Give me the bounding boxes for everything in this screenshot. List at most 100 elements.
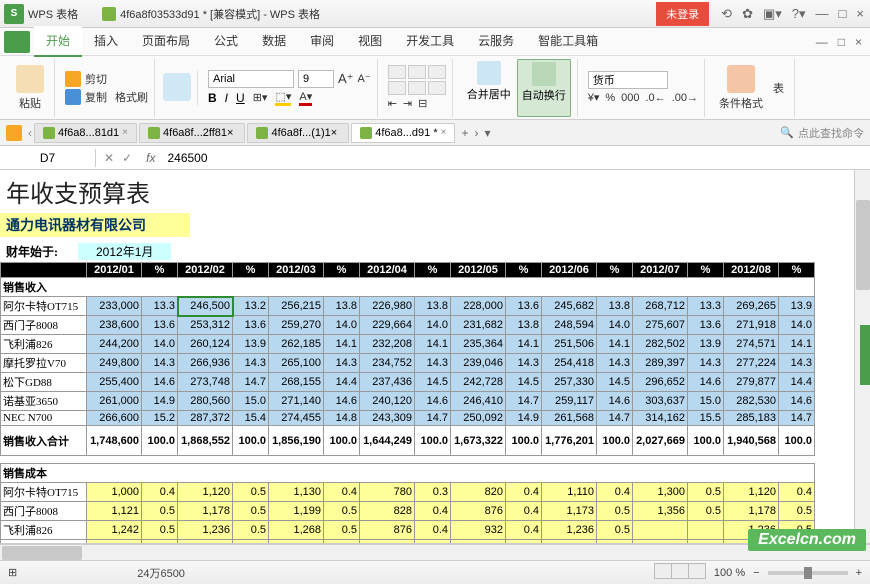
cut-button[interactable]: 剪切	[65, 71, 148, 87]
fx-icon[interactable]: fx	[140, 151, 161, 165]
cell[interactable]: 246,410	[451, 392, 506, 411]
menu-5[interactable]: 审阅	[298, 26, 346, 57]
cell[interactable]: 244,200	[87, 335, 142, 354]
cell[interactable]: 0.4	[779, 483, 815, 502]
cell[interactable]: 0.3	[415, 483, 451, 502]
cell[interactable]: 14.3	[142, 354, 178, 373]
cell[interactable]: 14.5	[415, 373, 451, 392]
table-row[interactable]: 西门子80081,1210.51,1780.51,1990.58280.4876…	[1, 502, 815, 521]
horizontal-scrollbar[interactable]	[0, 544, 870, 560]
cell[interactable]: 0.5	[142, 502, 178, 521]
cell[interactable]: 1,268	[269, 521, 324, 540]
cell[interactable]: 1,178	[724, 502, 779, 521]
decrease-font-icon[interactable]: A⁻	[358, 72, 371, 85]
conditional-format-button[interactable]: 条件格式	[715, 59, 767, 117]
cell[interactable]	[324, 540, 360, 545]
cell[interactable]: 14.3	[415, 354, 451, 373]
tab-prev-icon[interactable]: ‹	[28, 126, 32, 140]
page-view-icon[interactable]	[671, 563, 689, 579]
cell[interactable]: 13.8	[597, 297, 633, 316]
cell[interactable]: 248,594	[542, 316, 597, 335]
vertical-scrollbar[interactable]	[854, 170, 870, 543]
cell[interactable]: 13.8	[324, 297, 360, 316]
cell[interactable]: 13.9	[779, 297, 815, 316]
login-button[interactable]: 未登录	[656, 2, 709, 26]
increase-decimal-icon[interactable]: .0←	[645, 92, 665, 104]
cell[interactable]: 0.4	[142, 483, 178, 502]
underline-button[interactable]: U	[236, 91, 245, 105]
cell[interactable]: 274,455	[269, 411, 324, 426]
cell[interactable]: 0.5	[233, 502, 269, 521]
cell[interactable]: 924	[360, 540, 415, 545]
menu-9[interactable]: 智能工具箱	[526, 26, 610, 57]
cell[interactable]: 1,356	[633, 502, 688, 521]
break-view-icon[interactable]	[688, 563, 706, 579]
align-mid-right[interactable]	[428, 81, 446, 95]
cell[interactable]: 15.4	[233, 411, 269, 426]
cell[interactable]: 14.7	[506, 392, 542, 411]
cell[interactable]: 246,500	[178, 297, 233, 316]
cell[interactable]: 14.1	[506, 335, 542, 354]
cell[interactable]: 13.6	[688, 316, 724, 335]
cell[interactable]: 237,436	[360, 373, 415, 392]
fill-color-button[interactable]: ⬚▾	[275, 90, 291, 106]
cell[interactable]: 14.4	[324, 373, 360, 392]
merge-center-button[interactable]: 合并居中	[463, 59, 515, 117]
cell[interactable]: 14.3	[688, 354, 724, 373]
cell[interactable]: 14.4	[779, 373, 815, 392]
cell[interactable]: 14.1	[779, 335, 815, 354]
cell[interactable]: 14.1	[415, 335, 451, 354]
cell[interactable]: 14.3	[324, 354, 360, 373]
cell[interactable]: 14.6	[688, 373, 724, 392]
cell[interactable]: 13.9	[688, 335, 724, 354]
orientation-icon[interactable]: ⊟	[418, 97, 427, 110]
file-menu-icon[interactable]	[4, 31, 30, 53]
cell[interactable]: 0.4	[415, 521, 451, 540]
ribbon-minimize-icon[interactable]: —	[816, 35, 828, 49]
cancel-formula-icon[interactable]: ✕	[104, 151, 114, 165]
maximize-icon[interactable]: □	[839, 6, 847, 21]
cell[interactable]: 0.4	[506, 521, 542, 540]
cell[interactable]: 14.7	[415, 411, 451, 426]
cell[interactable]: 0.5	[142, 521, 178, 540]
cell[interactable]: 0.5	[597, 521, 633, 540]
cell[interactable]: 268,155	[269, 373, 324, 392]
tab-close-icon[interactable]: ×	[441, 127, 447, 138]
cell[interactable]: 876	[360, 521, 415, 540]
cell[interactable]: 282,502	[633, 335, 688, 354]
doc-tab-0[interactable]: 4f6a8...81d1×	[34, 123, 137, 143]
cell[interactable]: 15.2	[142, 411, 178, 426]
cell[interactable]: 14.0	[142, 335, 178, 354]
cell[interactable]: 14.3	[506, 354, 542, 373]
cell[interactable]: 233,000	[87, 297, 142, 316]
cell[interactable]	[597, 540, 633, 545]
cell[interactable]: 0.5	[597, 502, 633, 521]
cell[interactable]: 0.4	[597, 483, 633, 502]
cell[interactable]: 14.5	[597, 373, 633, 392]
cell[interactable]: 14.7	[779, 411, 815, 426]
open-folder-icon[interactable]	[6, 125, 22, 141]
cell[interactable]: 273,748	[178, 373, 233, 392]
cell[interactable]: 261,000	[87, 392, 142, 411]
menu-3[interactable]: 公式	[202, 26, 250, 57]
cell[interactable]	[142, 540, 178, 545]
align-top-left[interactable]	[388, 65, 406, 79]
cell[interactable]: 14.6	[779, 392, 815, 411]
table-row[interactable]: 飞利浦8261,2420.51,2360.51,2680.58760.49320…	[1, 521, 815, 540]
cell[interactable]: 243,309	[360, 411, 415, 426]
cell[interactable]: 1,130	[269, 483, 324, 502]
cell[interactable]: 0.5	[688, 483, 724, 502]
cell[interactable]: 932	[451, 521, 506, 540]
cell[interactable]: 828	[360, 502, 415, 521]
table-row[interactable]: 松下GD88255,40014.6273,74814.7268,15514.42…	[1, 373, 815, 392]
cell[interactable]: 14.5	[506, 373, 542, 392]
cell[interactable]: 261,568	[542, 411, 597, 426]
cell[interactable]: 13.2	[233, 297, 269, 316]
table-row[interactable]: 摩托罗拉V70249,80014.3266,93614.3265,10014.3…	[1, 354, 815, 373]
table-row[interactable]: 摩托罗拉V701,3631,2941,3379249881,294	[1, 540, 815, 545]
bold-button[interactable]: B	[208, 91, 217, 105]
cell[interactable]: 1,363	[87, 540, 142, 545]
cell[interactable]	[688, 540, 724, 545]
cell[interactable]: 234,752	[360, 354, 415, 373]
cell[interactable]: 14.9	[506, 411, 542, 426]
